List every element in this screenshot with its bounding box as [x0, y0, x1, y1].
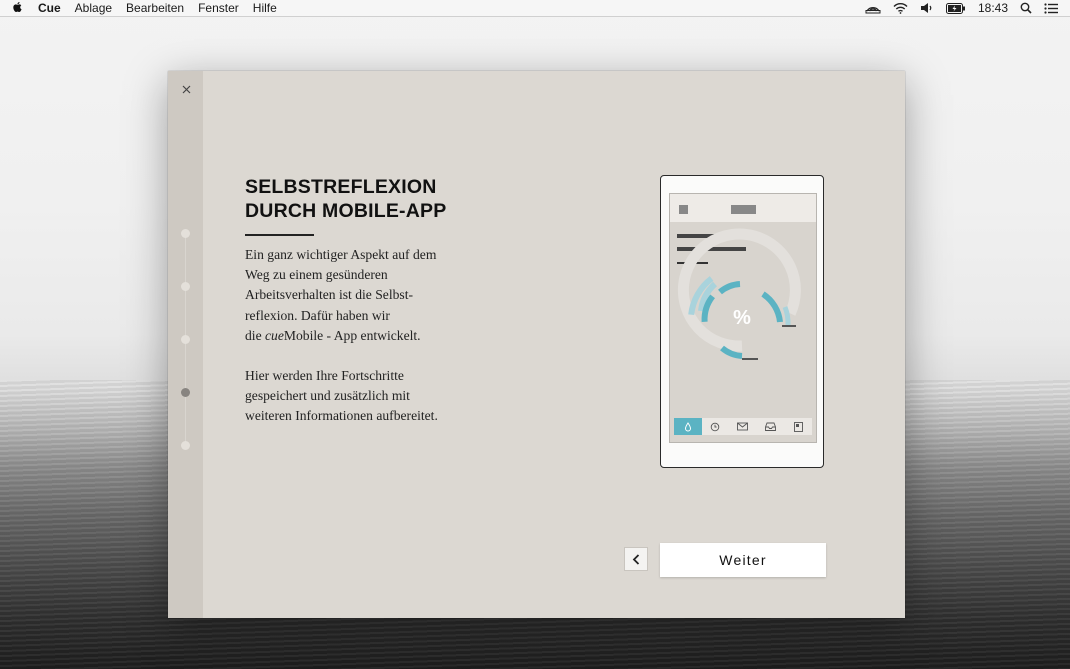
back-button[interactable] — [624, 547, 648, 571]
tab-document — [784, 418, 812, 435]
step-dot-1[interactable] — [181, 229, 190, 238]
paragraph-1: Ein ganz wichtiger Aspekt auf dem Weg zu… — [245, 245, 505, 346]
menu-bearbeiten[interactable]: Bearbeiten — [126, 1, 184, 15]
phone-screen: % — [669, 193, 817, 443]
menu-fenster[interactable]: Fenster — [198, 1, 239, 15]
progress-rail — [168, 71, 203, 618]
drop-icon — [684, 421, 691, 431]
chevron-left-icon — [632, 553, 640, 565]
menu-hilfe[interactable]: Hilfe — [253, 1, 277, 15]
tab-inbox — [757, 418, 785, 435]
wifi-icon[interactable] — [893, 2, 908, 14]
document-icon — [793, 421, 803, 432]
line-5-pre: die — [245, 327, 266, 343]
paragraph-2-line-2: gespeichert und zusätzlich mit — [245, 388, 410, 404]
menu-app-name[interactable]: Cue — [38, 1, 61, 15]
paragraph-1-line-3: Arbeitsverhalten ist die Selbst- — [245, 287, 413, 303]
title-underline — [245, 234, 314, 236]
paragraph-2-line-3: weiteren Informationen aufbereitet. — [245, 408, 438, 424]
paragraph-1-line-2: Weg zu einem gesünderen — [245, 267, 388, 283]
airplay-icon[interactable] — [865, 2, 881, 14]
step-dot-5[interactable] — [181, 441, 190, 450]
progress-gauge-illustration: % — [677, 228, 801, 360]
step-dot-4-active[interactable] — [181, 388, 190, 397]
battery-icon[interactable] — [945, 2, 966, 14]
inbox-icon — [765, 422, 777, 431]
screen-header-icon — [679, 205, 688, 214]
close-button[interactable] — [179, 83, 193, 97]
clock-time[interactable]: 18:43 — [978, 1, 1008, 15]
line-5-post: Mobile - App entwickelt. — [283, 327, 421, 343]
menu-ablage[interactable]: Ablage — [75, 1, 112, 15]
tab-clock — [702, 418, 730, 435]
step-dot-2[interactable] — [181, 282, 190, 291]
list-icon[interactable] — [1044, 2, 1058, 14]
percent-symbol: % — [733, 307, 751, 329]
screen-header — [670, 194, 816, 222]
phone-tab-bar — [674, 418, 812, 435]
step-dot-3[interactable] — [181, 335, 190, 344]
page-title: SELBSTREFLEXION DURCH MOBILE-APP — [245, 176, 447, 222]
menu-bar: Cue Ablage Bearbeiten Fenster Hilfe 18:4… — [0, 0, 1070, 17]
next-button[interactable]: Weiter — [660, 543, 826, 577]
paragraph-1-line-4: reflexion. Dafür haben wir — [245, 307, 390, 323]
clock-icon — [711, 422, 720, 431]
description-text: Ein ganz wichtiger Aspekt auf dem Weg zu… — [245, 245, 505, 427]
close-icon — [182, 85, 190, 94]
mail-icon — [737, 422, 749, 431]
paragraph-1-line-5: die cueMobile - App entwickelt. — [245, 326, 505, 346]
paragraph-2: Hier werden Ihre Fortschritte gespeicher… — [245, 366, 505, 427]
search-icon[interactable] — [1020, 2, 1032, 14]
phone-illustration: % — [660, 175, 824, 468]
screen-header-title-placeholder — [731, 205, 756, 214]
onboarding-dialog: SELBSTREFLEXION DURCH MOBILE-APP Ein gan… — [168, 71, 905, 618]
paragraph-2-line-1: Hier werden Ihre Fortschritte — [245, 368, 404, 384]
paragraph-1-line-1: Ein ganz wichtiger Aspekt auf dem — [245, 247, 437, 262]
cue-brand-italic: cue — [265, 327, 284, 343]
tab-drop — [674, 418, 702, 435]
volume-icon[interactable] — [920, 2, 934, 14]
apple-logo-icon[interactable] — [12, 1, 24, 16]
tab-mail — [729, 418, 757, 435]
